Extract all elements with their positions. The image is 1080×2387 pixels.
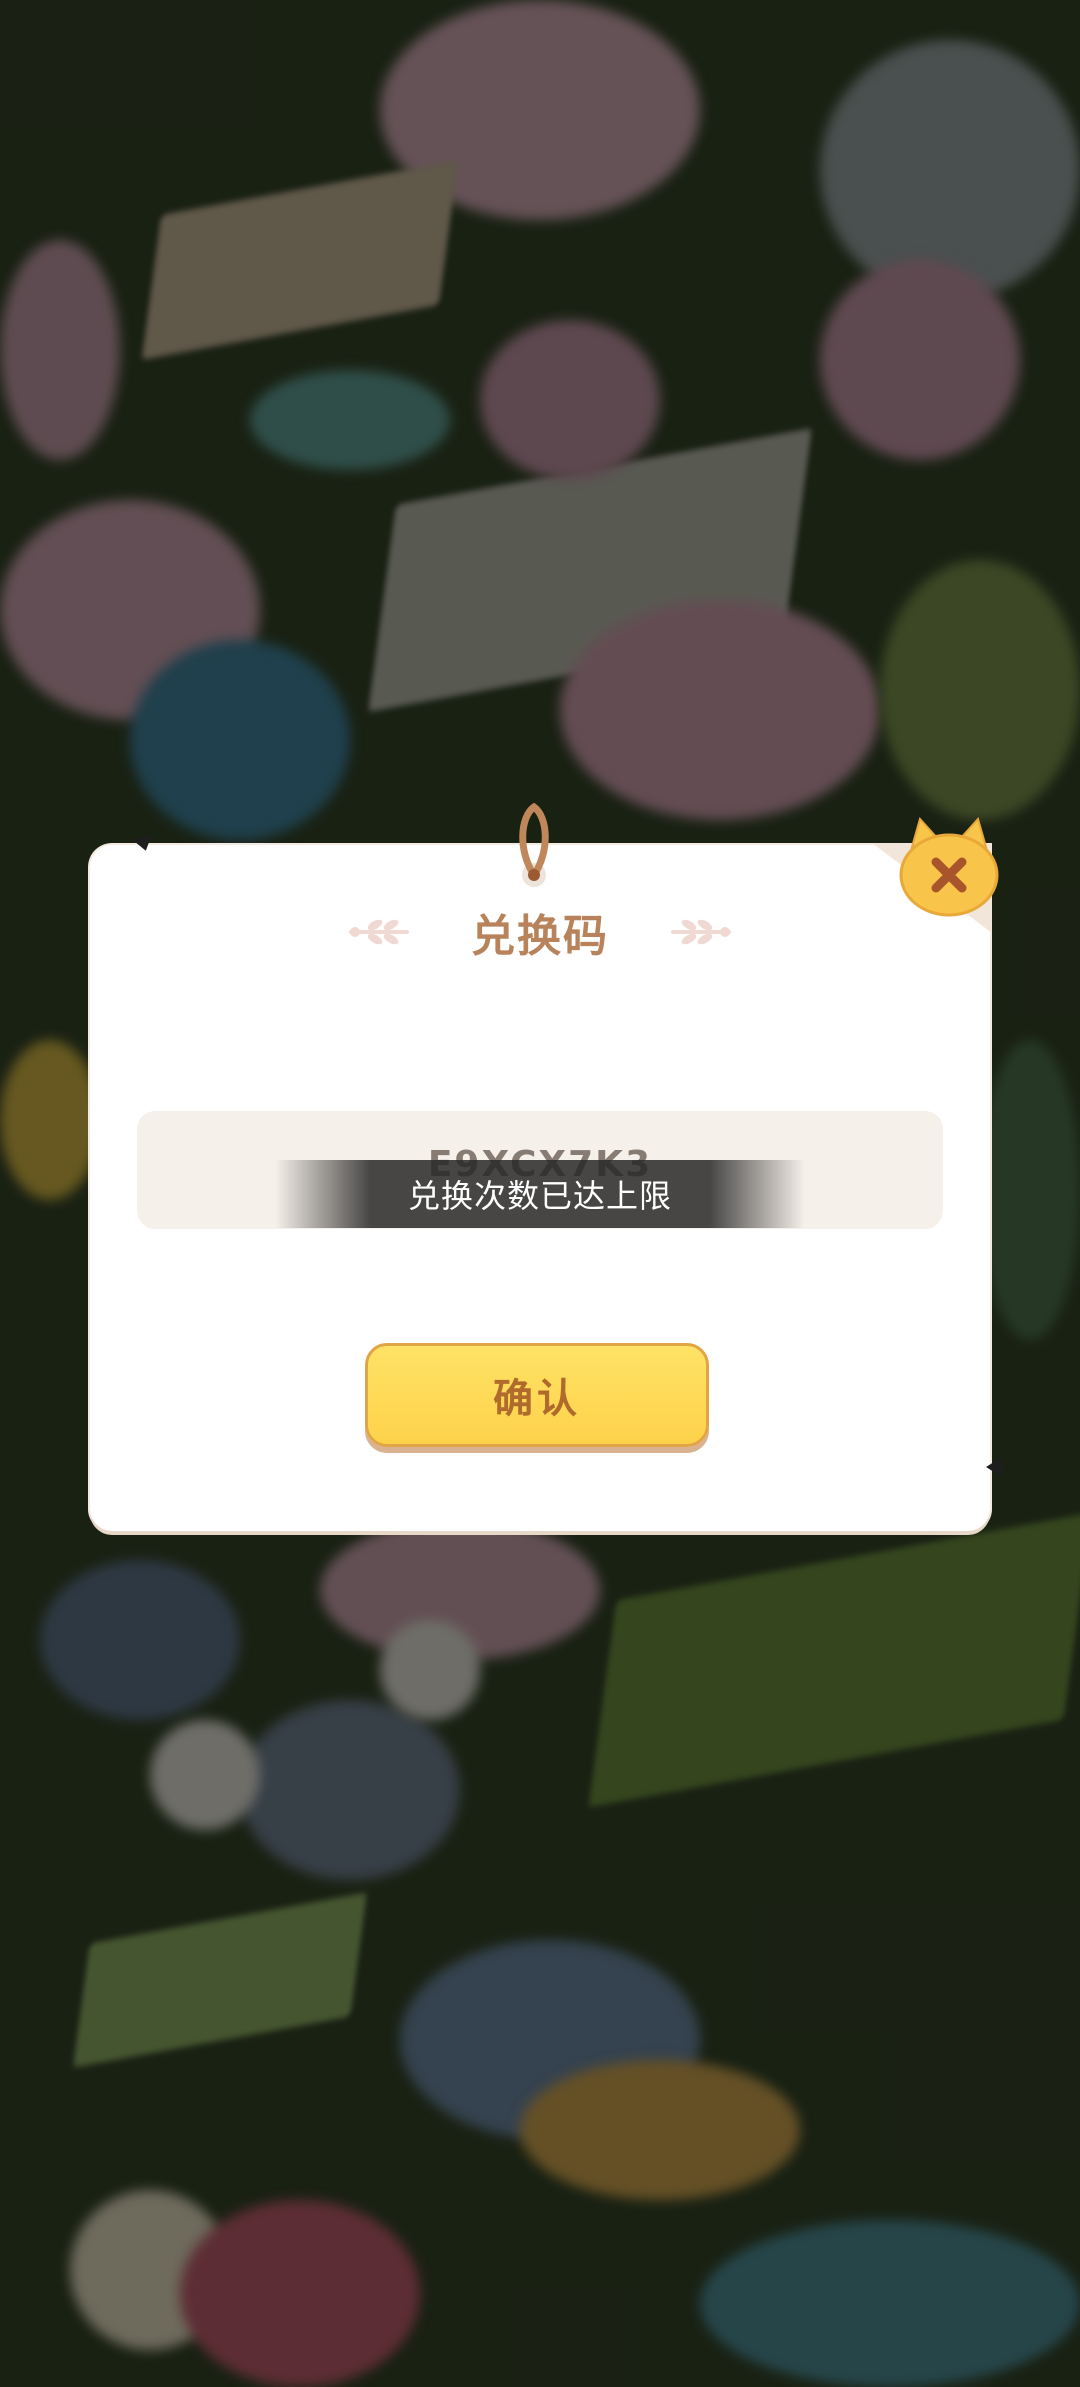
error-toast: 兑换次数已达上限 <box>275 1160 805 1228</box>
rope-hanger-icon <box>519 802 549 887</box>
dialog-header: 兑换码 <box>90 900 990 964</box>
sprig-right-icon <box>671 919 731 945</box>
close-button[interactable] <box>894 815 1004 921</box>
confirm-button-label: 确认 <box>493 1376 581 1422</box>
game-screen: 兑换码 E9XCX7K3 <box>0 0 1080 2387</box>
sprig-left-icon <box>349 919 409 945</box>
toast-message: 兑换次数已达上限 <box>407 1177 672 1215</box>
paper-tab <box>986 1457 1002 1477</box>
dialog-title: 兑换码 <box>471 911 609 962</box>
confirm-button[interactable]: 确认 <box>365 1343 709 1447</box>
